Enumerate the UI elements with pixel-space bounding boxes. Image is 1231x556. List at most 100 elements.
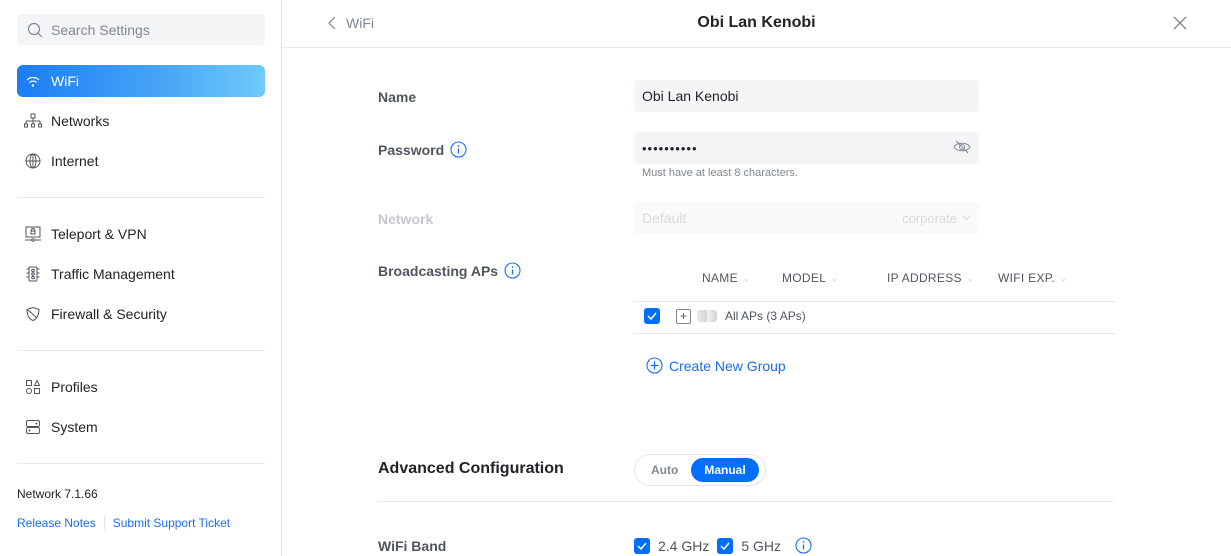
footer-links: Release Notes Submit Support Ticket [17,515,230,531]
create-new-group-button[interactable]: Create New Group [646,357,786,374]
chevron-down-icon [962,215,971,221]
column-header-model[interactable]: MODEL ⌄ [782,271,838,285]
column-header-text: WIFI EXP. [998,271,1056,285]
wifi-band-options: 2.4 GHz 5 GHz [634,537,812,554]
sidebar-item-label: Networks [51,113,110,129]
network-option-text: corporate [902,210,957,226]
column-header-text: MODEL [782,271,827,285]
table-divider [633,333,1116,334]
expand-button[interactable]: + [676,308,691,324]
band-2-4ghz-checkbox[interactable] [634,537,650,554]
sidebar-item-traffic-management[interactable]: Traffic Management [17,258,265,290]
check-icon [720,542,730,550]
sort-caret-icon: ⌄ [742,273,750,283]
server-icon [23,417,43,437]
network-label-text: Network [378,211,434,227]
password-input[interactable]: •••••••••• [642,141,698,156]
close-icon [1173,16,1187,30]
sidebar: WiFi Networks Internet Teleport & VPN Tr… [0,0,282,556]
ap-row-checkbox[interactable] [644,308,660,324]
wifi-band-label: WiFi Band [378,538,446,554]
main-panel: WiFi Obi Lan Kenobi Name Password ••••••… [282,0,1231,556]
sidebar-item-label: Internet [51,153,99,169]
check-icon [637,542,647,550]
sidebar-item-label: Teleport & VPN [51,226,147,242]
sidebar-item-wifi[interactable]: WiFi [17,65,265,97]
sidebar-item-internet[interactable]: Internet [17,145,265,177]
sidebar-divider [17,463,265,464]
column-header-name[interactable]: NAME ⌄ [702,271,750,285]
band-2-4ghz-label: 2.4 GHz [658,537,710,554]
top-bar: WiFi Obi Lan Kenobi [282,0,1231,48]
network-option: corporate [902,211,971,226]
advanced-configuration-title: Advanced Configuration [378,460,564,477]
password-label-text: Password [378,141,445,158]
sidebar-item-profiles[interactable]: Profiles [17,371,265,403]
sort-caret-icon: ⌄ [831,273,839,283]
eye-off-icon[interactable] [953,139,971,158]
network-select: Default corporate [634,202,979,234]
check-icon [647,312,657,320]
password-hint: Must have at least 8 characters. [642,167,798,179]
name-field[interactable] [634,80,979,112]
submit-support-ticket-link[interactable]: Submit Support Ticket [113,516,230,530]
sidebar-item-label: System [51,419,98,435]
search-box[interactable] [17,14,265,45]
sidebar-divider [17,350,265,351]
name-label: Name [378,89,416,105]
create-new-group-label: Create New Group [669,357,786,374]
column-header-ip-address[interactable]: IP ADDRESS ⌄ [887,271,974,285]
sidebar-item-label: Profiles [51,379,98,395]
version-label: Network 7.1.66 [17,487,98,501]
mode-option-auto[interactable]: Auto [638,458,691,482]
sidebar-item-networks[interactable]: Networks [17,105,265,137]
table-divider [633,301,1116,302]
plus-circle-icon [646,357,663,374]
sidebar-item-teleport-vpn[interactable]: Teleport & VPN [17,218,265,250]
sidebar-divider [17,197,265,198]
globe-icon [23,151,43,171]
table-row: + All APs (3 APs) [644,308,806,324]
wifi-band-label-text: WiFi Band [378,538,447,554]
sidebar-item-system[interactable]: System [17,411,265,443]
ap-row-label: All APs (3 APs) [725,309,806,323]
sidebar-item-label: WiFi [51,73,79,89]
broadcasting-aps-label-text: Broadcasting APs [378,262,499,279]
network-value: Default [642,210,687,226]
column-header-text: NAME [702,271,738,285]
sidebar-item-firewall-security[interactable]: Firewall & Security [17,298,265,330]
info-icon[interactable] [504,262,521,279]
sidebar-item-label: Traffic Management [51,266,175,282]
name-label-text: Name [378,89,417,105]
advanced-mode-toggle: Auto Manual [634,454,766,486]
band-5ghz-checkbox[interactable] [717,537,734,554]
network-tree-icon [23,111,43,131]
shapes-icon [23,377,43,397]
sort-caret-icon: ⌄ [966,273,974,283]
wifi-icon [23,71,43,91]
info-icon[interactable] [450,141,467,158]
section-divider [378,501,1115,502]
vpn-icon [23,224,43,244]
shield-icon [23,304,43,324]
access-point-icon [697,310,717,322]
name-input[interactable] [642,88,971,104]
password-field[interactable]: •••••••••• [634,132,979,164]
page-title: Obi Lan Kenobi [697,14,816,31]
release-notes-link[interactable]: Release Notes [17,516,96,530]
close-button[interactable] [1173,16,1187,35]
sort-caret-icon: ⌄ [1060,273,1068,283]
traffic-light-icon [23,264,43,284]
sidebar-item-label: Firewall & Security [51,306,167,322]
search-icon [27,22,43,37]
network-label: Network [378,211,433,227]
search-input[interactable] [51,21,251,38]
column-header-wifi-exp[interactable]: WIFI EXP. ⌄ [998,271,1067,285]
mode-option-manual[interactable]: Manual [691,458,759,482]
broadcasting-aps-label: Broadcasting APs [378,262,521,279]
column-header-text: IP ADDRESS [887,271,962,285]
password-label: Password [378,141,467,158]
band-5ghz-label: 5 GHz [741,537,782,554]
info-icon[interactable] [795,537,812,554]
link-separator [103,515,105,531]
